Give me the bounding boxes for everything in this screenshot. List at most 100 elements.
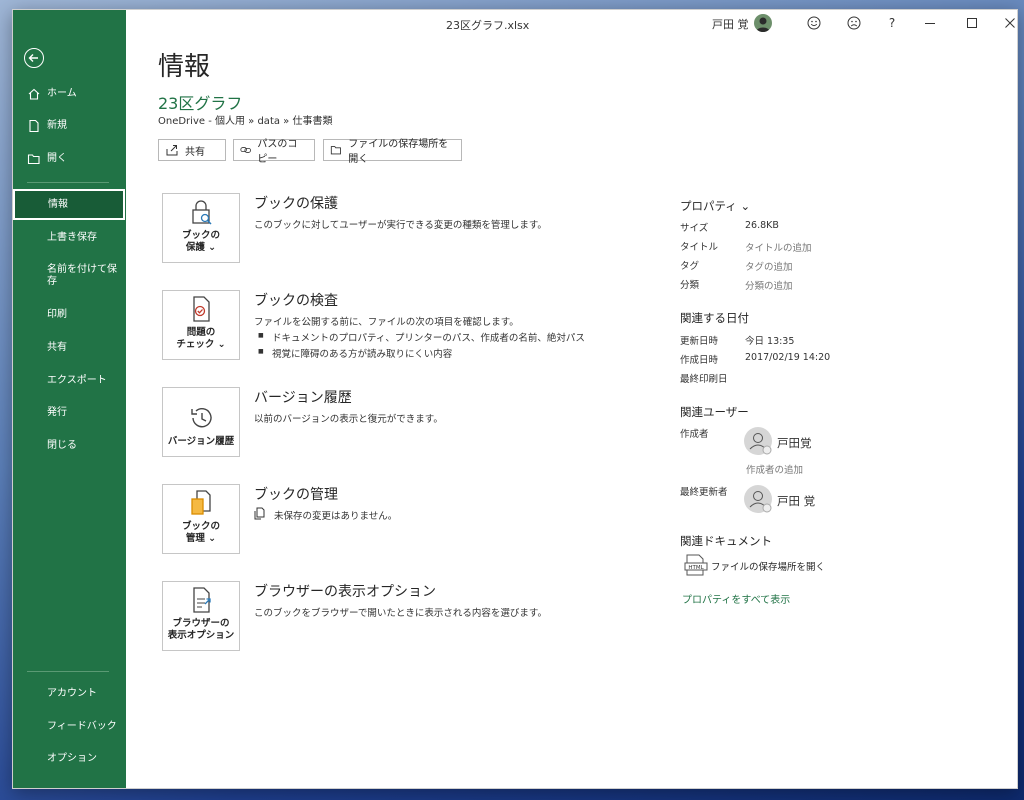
sidebar-item-account[interactable]: アカウント [13, 680, 126, 708]
maximize-icon[interactable] [964, 15, 980, 31]
inspect-workbook-section: 問題の チェック ⌄ ブックの検査 ファイルを公開する前に、ファイルの次の項目を… [162, 290, 662, 362]
add-author-input[interactable]: 作成者の追加 [746, 462, 803, 476]
sidebar-item-label: 開く [47, 153, 67, 164]
related-dates-heading: 関連する日付 [680, 311, 749, 325]
version-history-section: バージョン履歴 バージョン履歴 以前のバージョンの表示と復元ができます。 [162, 387, 662, 459]
sidebar-item-label: 新規 [47, 120, 67, 131]
sidebar-item-label: 発行 [47, 407, 67, 418]
modified-date-value: 今日 13:35 [745, 336, 795, 347]
properties-heading[interactable]: プロパティ ⌄ [680, 198, 750, 214]
link-icon [240, 147, 251, 153]
sidebar-item-label: 名前を付けて保存 [47, 264, 117, 287]
smile-icon[interactable] [806, 15, 822, 31]
open-file-location-button[interactable]: ファイルの保存場所を開く [323, 139, 462, 165]
prop-title-input[interactable]: タイトルの追加 [745, 240, 812, 254]
section-description: 未保存の変更はありません。 [254, 507, 654, 522]
frown-icon[interactable] [846, 15, 862, 31]
author-name[interactable]: 戸田覚 [777, 435, 812, 451]
section-description: ファイルを公開する前に、ファイルの次の項目を確認します。 [254, 317, 519, 328]
section-description: このブックに対してユーザーが実行できる変更の種類を管理します。 [254, 220, 547, 231]
html-document-icon: HTML [684, 554, 708, 576]
new-file-icon [29, 119, 39, 133]
date-key: 作成日時 [680, 355, 719, 366]
sidebar-divider [27, 182, 109, 183]
minimize-icon[interactable] [922, 15, 938, 31]
copy-path-button[interactable]: パスのコピー [233, 139, 315, 165]
open-file-location-label: ファイルの保存場所を開く [348, 139, 449, 165]
show-all-properties-link[interactable]: プロパティをすべて表示 [682, 591, 790, 606]
manage-workbook-button[interactable]: ブックの 管理 ⌄ [162, 484, 240, 554]
tile-label: ブックの 保護 ⌄ [181, 230, 220, 253]
sidebar-item-save-as[interactable]: 名前を付けて保存 [13, 258, 126, 294]
open-location-link[interactable]: HTML ファイルの保存場所を開く [684, 554, 884, 576]
prop-size-value: 26.8KB [745, 220, 779, 231]
share-button-label: 共有 [185, 146, 205, 158]
date-key: 更新日時 [680, 336, 719, 347]
browser-view-options-button[interactable]: ブラウザーの 表示オプション [162, 581, 240, 651]
folder-open-icon [330, 146, 341, 155]
user-avatar[interactable] [754, 14, 772, 32]
prop-key: タイトル [680, 242, 719, 253]
sidebar-item-label: 情報 [48, 198, 68, 210]
date-key: 最終印刷日 [680, 374, 728, 385]
browser-document-icon [193, 587, 211, 613]
prop-key: 分類 [680, 280, 700, 291]
history-icon [191, 408, 212, 428]
backstage-sidebar: ホーム 新規 開く 情報 上書き保存 名前を付けて保存 印刷 共有 エクスポート [13, 10, 126, 788]
section-title: ブラウザーの表示オプション [254, 584, 436, 600]
window-title: 23区グラフ.xlsx [446, 19, 530, 32]
excel-window: ホーム 新規 開く 情報 上書き保存 名前を付けて保存 印刷 共有 エクスポート [12, 9, 1018, 789]
sidebar-divider [27, 671, 109, 672]
sidebar-item-options[interactable]: オプション [13, 745, 126, 773]
sidebar-item-label: エクスポート [47, 375, 107, 386]
sidebar-item-label: フィードバック [47, 721, 117, 732]
sidebar-item-print[interactable]: 印刷 [13, 301, 126, 329]
document-check-icon [193, 296, 210, 322]
sidebar-item-home[interactable]: ホーム [13, 80, 126, 108]
sidebar-item-new[interactable]: 新規 [13, 112, 126, 140]
sidebar-item-label: 共有 [47, 342, 67, 353]
sidebar-item-info[interactable]: 情報 [13, 189, 125, 220]
sidebar-item-label: オプション [47, 753, 97, 764]
page-title: 情報 [158, 52, 211, 82]
created-date-value: 2017/02/19 14:20 [745, 352, 831, 363]
sidebar-item-feedback[interactable]: フィードバック [13, 713, 126, 741]
sidebar-item-publish[interactable]: 発行 [13, 399, 126, 427]
sidebar-item-label: 閉じる [47, 440, 77, 451]
svg-text:HTML: HTML [688, 565, 704, 571]
share-button[interactable]: 共有 [158, 139, 226, 161]
sidebar-item-label: アカウント [47, 688, 97, 699]
manage-workbook-section: ブックの 管理 ⌄ ブックの管理 未保存の変更はありません。 [162, 484, 662, 556]
author-key: 作成者 [680, 429, 709, 440]
check-issues-button[interactable]: 問題の チェック ⌄ [162, 290, 240, 360]
section-description: 以前のバージョンの表示と復元ができます。 [254, 414, 443, 425]
prop-key: サイズ [680, 223, 709, 234]
sidebar-item-export[interactable]: エクスポート [13, 367, 126, 395]
prop-tag-input[interactable]: タグの追加 [745, 259, 793, 273]
user-name[interactable]: 戸田 覚 [712, 16, 749, 32]
home-icon [28, 88, 40, 100]
protect-workbook-button[interactable]: ブックの 保護 ⌄ [162, 193, 240, 263]
prop-category-input[interactable]: 分類の追加 [745, 278, 793, 292]
sidebar-item-share[interactable]: 共有 [13, 334, 126, 362]
folder-open-icon [27, 154, 40, 165]
tile-label: バージョン履歴 [167, 436, 235, 447]
author-avatar [744, 427, 772, 455]
close-icon[interactable] [1002, 15, 1017, 31]
manage-status-text: 未保存の変更はありません。 [274, 511, 398, 522]
sidebar-item-save[interactable]: 上書き保存 [13, 224, 126, 252]
sidebar-item-label: ホーム [47, 88, 77, 99]
sidebar-item-open[interactable]: 開く [13, 145, 126, 173]
help-icon[interactable]: ? [884, 15, 900, 31]
protect-workbook-section: ブックの 保護 ⌄ ブックの保護 このブックに対してユーザーが実行できる変更の種… [162, 193, 662, 265]
back-arrow-icon[interactable] [24, 48, 44, 68]
section-description: このブックをブラウザーで開いたときに表示される内容を選びます。 [254, 608, 547, 619]
inspect-bullet-list: ドキュメントのプロパティ、プリンターのパス、作成者の名前、絶対パス 視覚に障碍の… [258, 330, 585, 362]
info-page: 情報 23区グラフ OneDrive - 個人用 » data » 仕事書類 共… [126, 38, 1017, 788]
sidebar-item-label: 上書き保存 [47, 232, 97, 243]
copy-path-button-label: パスのコピー [257, 139, 298, 165]
sidebar-item-close[interactable]: 閉じる [13, 432, 126, 460]
last-modified-name[interactable]: 戸田 覚 [777, 493, 815, 509]
share-icon [166, 145, 178, 156]
version-history-button[interactable]: バージョン履歴 [162, 387, 240, 457]
